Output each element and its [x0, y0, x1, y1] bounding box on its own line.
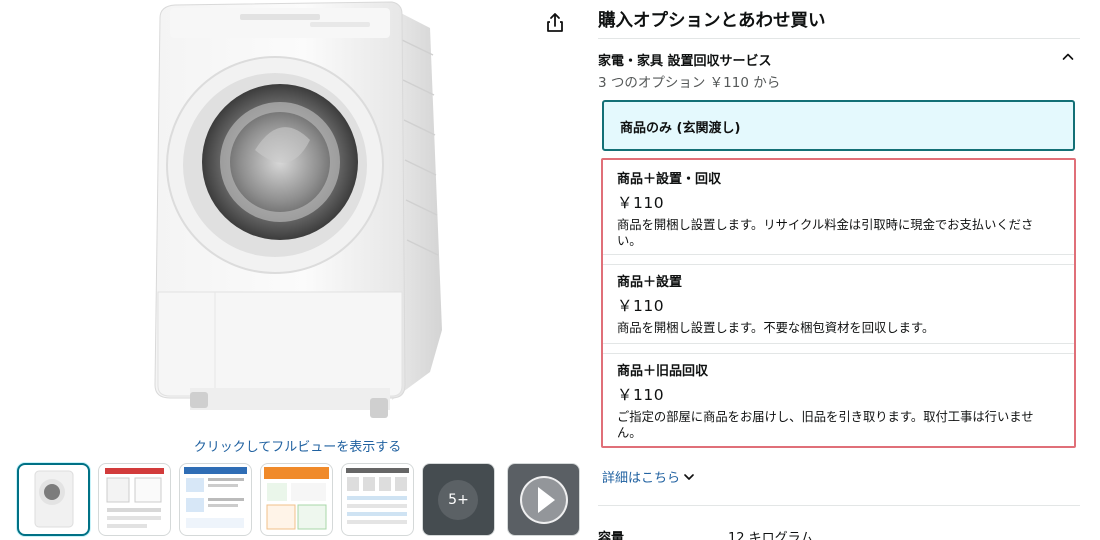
option-install-collect[interactable]: 商品＋設置・回収 ￥110 商品を開梱し設置します。リサイクル料金は引取時に現金… — [617, 168, 1057, 249]
option-price: ￥110 — [617, 386, 665, 404]
option-old-item-collect[interactable]: 商品＋旧品回収 ￥110 ご指定の部屋に商品をお届けし、旧品を引き取ります。取付… — [617, 360, 1057, 441]
divider — [598, 505, 1080, 506]
option-divider — [603, 264, 1074, 265]
option-description: 商品を開梱し設置します。リサイクル料金は引取時に現金でお支払いくださ い。 — [617, 218, 1034, 248]
option-name: 商品＋設置・回収 — [617, 172, 722, 187]
share-icon — [547, 13, 563, 32]
details-link-label: 詳細はこちら — [602, 471, 681, 486]
panel-title: 購入オプションとあわせ買い — [598, 11, 826, 31]
thumbnail-dimensions[interactable] — [98, 463, 171, 536]
option-divider — [603, 343, 1074, 344]
thumbnail-feature-grid[interactable] — [341, 463, 414, 536]
full-view-link[interactable]: クリックしてフルビューを表示する — [0, 436, 595, 455]
option-price: ￥110 — [617, 297, 665, 315]
chevron-up-icon — [1062, 53, 1074, 60]
more-images-overlay: 5+ — [423, 464, 494, 535]
washer-main-image[interactable] — [130, 0, 465, 430]
product-gallery: クリックしてフルビューを表示する 5+ — [0, 0, 590, 540]
thumbnail-service-info[interactable] — [179, 463, 252, 536]
share-button[interactable] — [543, 11, 567, 35]
option-product-only[interactable]: 商品のみ (玄関渡し) — [602, 100, 1075, 151]
chevron-down-icon — [684, 473, 694, 480]
service-accordion-header[interactable]: 家電・家具 設置回収サービス 3 つのオプション ￥110 から — [598, 48, 1080, 98]
option-name: 商品＋設置 — [617, 275, 683, 290]
option-description: ご指定の部屋に商品をお届けし、旧品を引き取ります。取付工事は行いませ ん。 — [617, 410, 1034, 440]
option-divider — [603, 254, 1074, 255]
spec-label: 容量 — [598, 531, 625, 540]
thumbnail-video[interactable] — [507, 463, 580, 536]
option-label: 商品のみ (玄関渡し) — [620, 121, 741, 136]
option-price: ￥110 — [617, 194, 665, 212]
details-link[interactable]: 詳細はこちら — [602, 467, 695, 486]
service-name: 家電・家具 設置回収サービス — [598, 54, 772, 69]
thumbnail-washer[interactable] — [17, 463, 90, 536]
service-options-group: 商品＋設置・回収 ￥110 商品を開梱し設置します。リサイクル料金は引取時に現金… — [601, 158, 1076, 448]
buying-options-panel: 購入オプションとあわせ買い 家電・家具 設置回収サービス 3 つのオプション ￥… — [598, 0, 1082, 540]
spec-value: 12 キログラム — [728, 531, 814, 540]
divider — [598, 38, 1080, 39]
washing-machine-illustration — [154, 1, 442, 418]
option-name: 商品＋旧品回収 — [617, 364, 709, 379]
option-install[interactable]: 商品＋設置 ￥110 商品を開梱し設置します。不要な梱包資材を回収します。 — [617, 271, 1057, 336]
option-divider — [603, 353, 1074, 354]
thumbnail-feature-sheet[interactable] — [260, 463, 333, 536]
service-summary: 3 つのオプション ￥110 から — [598, 75, 781, 91]
option-description: 商品を開梱し設置します。不要な梱包資材を回収します。 — [617, 321, 935, 335]
thumbnail-more[interactable]: 5+ — [422, 463, 495, 536]
